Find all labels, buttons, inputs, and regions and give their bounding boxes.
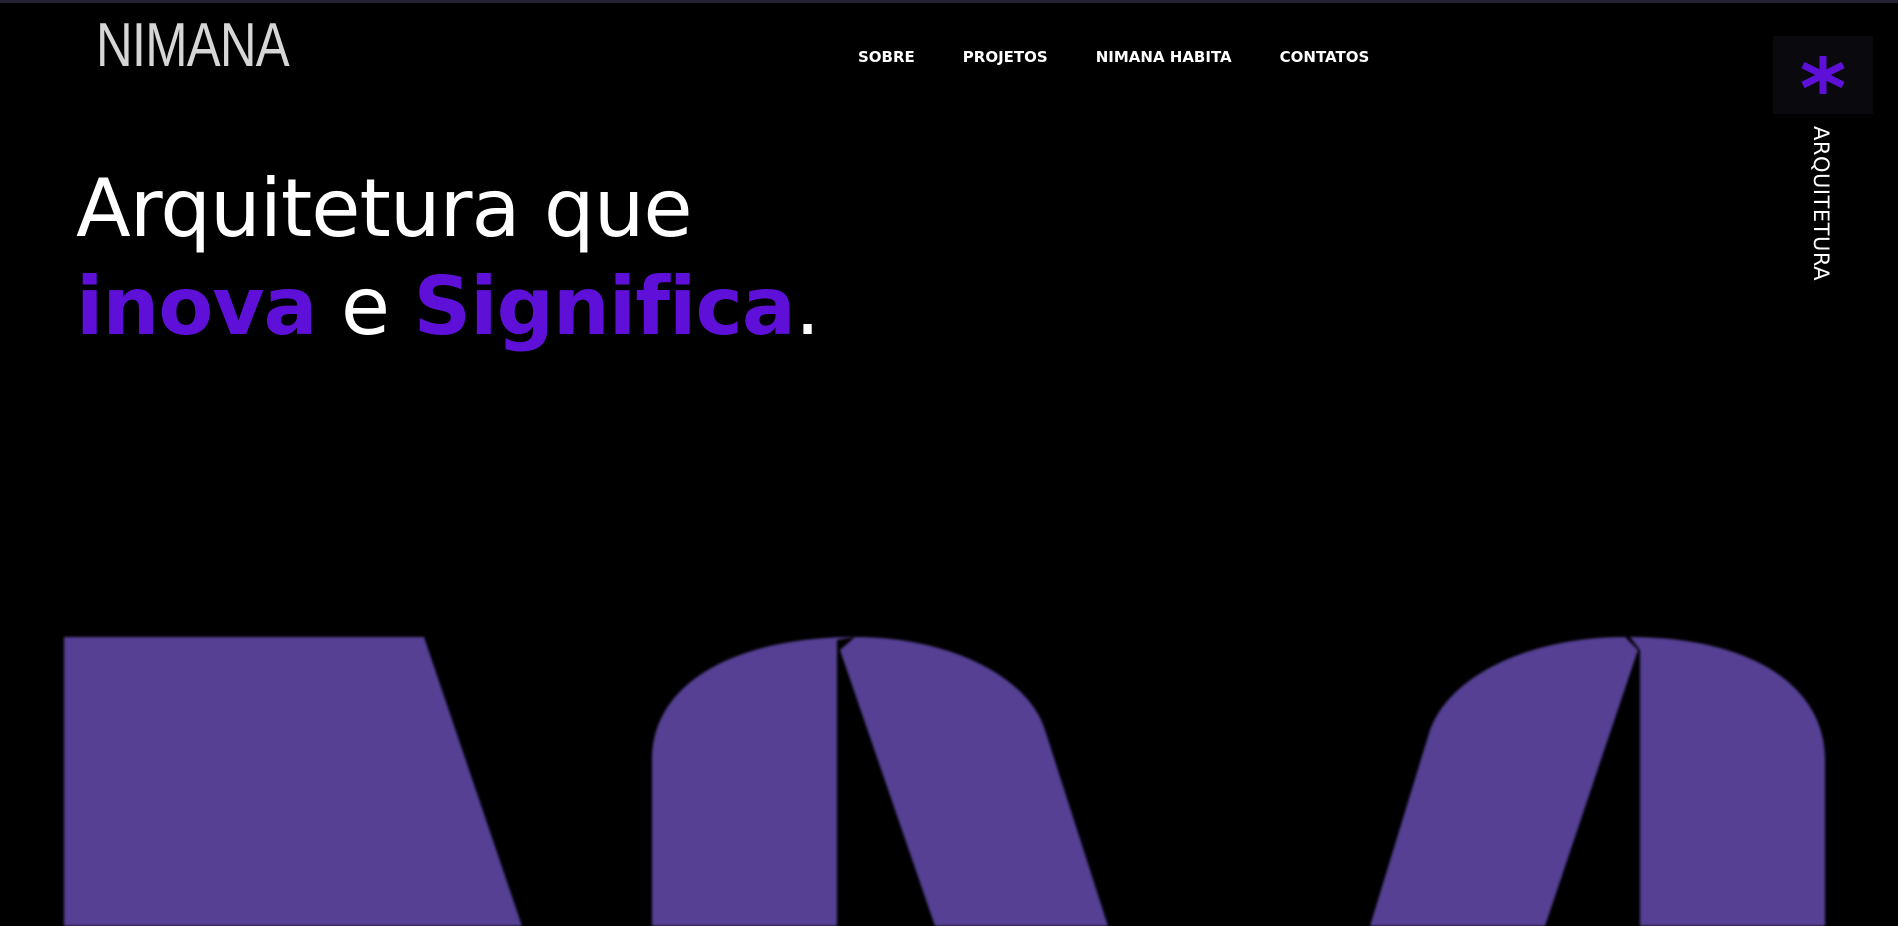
nav-item-nimana-habita: NIMANA HABITA xyxy=(1096,46,1232,68)
nav-item-projetos: PROJETOS xyxy=(963,46,1048,68)
side-label-arquitetura: ARQUITETURA xyxy=(1809,126,1833,281)
letter-shape-o-right xyxy=(1630,637,1825,926)
hero-letter-graphic xyxy=(0,620,1898,926)
nav-link-contatos[interactable]: CONTATOS xyxy=(1280,46,1370,68)
nav-link-sobre[interactable]: SOBRE xyxy=(858,46,915,68)
letter-shapes xyxy=(64,637,1825,926)
nav-item-contatos: CONTATOS xyxy=(1280,46,1370,68)
hero-accent-inova: inova xyxy=(76,260,317,353)
nav-item-sobre: SOBRE xyxy=(858,46,915,68)
hero-line-1: Arquitetura que xyxy=(76,162,693,255)
letter-shape-a-left xyxy=(652,637,855,926)
logo[interactable]: NIMANA xyxy=(96,14,290,78)
asterisk-icon xyxy=(1801,56,1845,94)
hero-line-2: inova e Significa. xyxy=(76,258,820,356)
hero-connector: e xyxy=(316,260,414,353)
top-border-line xyxy=(0,0,1898,3)
nav-link-nimana-habita[interactable]: NIMANA HABITA xyxy=(1096,46,1232,68)
hero-accent-significa: Significa xyxy=(413,260,796,353)
nav-link-projetos[interactable]: PROJETOS xyxy=(963,46,1048,68)
side-menu-button[interactable] xyxy=(1773,36,1873,114)
letter-shape-n xyxy=(64,637,522,926)
hero-headline: Arquitetura que inova e Significa. xyxy=(76,160,820,356)
hero-period: . xyxy=(794,260,820,353)
letter-shape-o-left xyxy=(1370,637,1638,926)
main-nav: SOBRE PROJETOS NIMANA HABITA CONTATOS xyxy=(858,46,1369,68)
letter-shape-a-right xyxy=(840,637,1108,926)
